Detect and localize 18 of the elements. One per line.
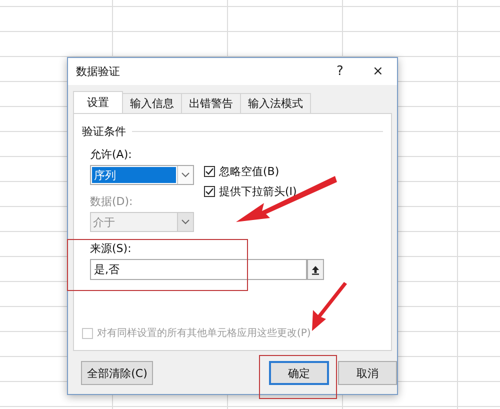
dropdown[interactable]: 序列 <box>90 165 194 185</box>
clear-all-button[interactable]: 全部清除(C) <box>81 361 154 385</box>
tab[interactable]: 设置 <box>73 91 123 113</box>
close-button[interactable]: × <box>359 64 397 79</box>
checkbox-label[interactable]: 忽略空值(B) <box>219 164 280 178</box>
field-label: 允许(A): <box>90 147 133 162</box>
dropdown: 介于 <box>90 212 194 232</box>
ok-button[interactable]: 确定 <box>269 361 329 385</box>
cancel-button[interactable]: 取消 <box>338 361 397 385</box>
checkbox-label[interactable]: 提供下拉箭头(I) <box>219 184 297 198</box>
field-label: 数据(D): <box>90 194 134 209</box>
field-label: 来源(S): <box>90 241 132 256</box>
section-title: 验证条件 <box>82 124 126 139</box>
checkbox-label: 对有同样设置的所有其他单元格应用这些更改(P) <box>97 326 311 340</box>
window-title: 数据验证 <box>76 64 121 79</box>
help-button[interactable]: ? <box>321 64 359 79</box>
tab[interactable]: 输入法模式 <box>240 93 311 113</box>
source-field[interactable]: 是,否 <box>90 259 307 280</box>
